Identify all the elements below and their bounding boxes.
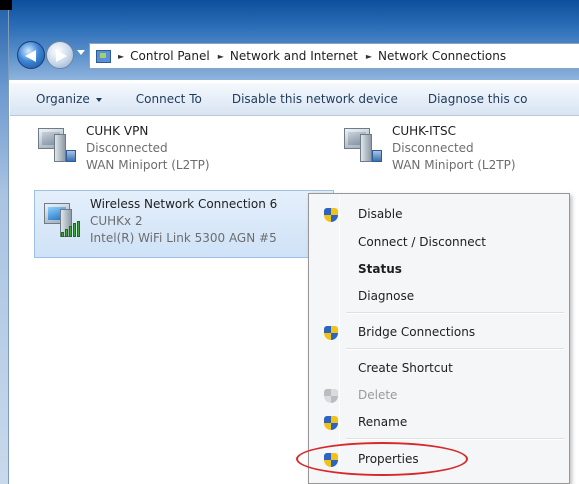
wan-connection-icon (340, 124, 384, 168)
menu-item-label: Create Shortcut (358, 361, 453, 375)
organize-label: Organize (36, 92, 90, 106)
chevron-down-icon (95, 97, 102, 102)
back-button[interactable] (17, 41, 45, 69)
breadcrumb-control-panel[interactable]: Control Panel (130, 49, 210, 63)
connection-item-cuhk-vpn[interactable]: CUHK VPN Disconnected WAN Miniport (L2TP… (34, 124, 274, 176)
menu-item-label: Delete (358, 388, 398, 402)
connection-status: CUHKx 2 (90, 214, 143, 228)
connection-name: CUHK-ITSC (392, 124, 456, 138)
organize-menu-button[interactable]: Organize (10, 92, 114, 106)
control-panel-icon (94, 47, 112, 65)
uac-shield-icon (324, 326, 338, 341)
back-arrow-icon (25, 50, 36, 62)
breadcrumb-separator-icon[interactable]: ► (218, 52, 224, 61)
menu-item-diagnose[interactable]: Diagnose (311, 285, 567, 309)
forward-arrow-icon (56, 50, 67, 62)
uac-shield-icon (324, 208, 338, 223)
menu-item-connect-disconnect[interactable]: Connect / Disconnect (311, 231, 567, 255)
menu-item-create-shortcut[interactable]: Create Shortcut (311, 357, 567, 381)
breadcrumb-separator-icon[interactable]: ► (366, 52, 372, 61)
wan-connection-icon (34, 124, 78, 168)
wireless-connection-icon (40, 199, 84, 243)
menu-separator (346, 348, 564, 350)
uac-shield-icon (324, 416, 338, 431)
window-corner (0, 0, 12, 10)
address-bar[interactable]: ► Control Panel ► Network and Internet ►… (89, 43, 579, 69)
menu-item-label: Diagnose (358, 289, 415, 303)
connection-name: CUHK VPN (86, 124, 149, 138)
forward-button[interactable] (46, 41, 74, 69)
window-left-border (0, 0, 9, 484)
menu-item-status[interactable]: Status (311, 258, 567, 282)
connection-device: Intel(R) WiFi Link 5300 AGN #5 (90, 231, 277, 245)
diagnose-connection-button[interactable]: Diagnose this co (410, 92, 540, 106)
connection-device: WAN Miniport (L2TP) (392, 158, 516, 172)
context-menu: Disable Connect / Disconnect Status Diag… (308, 193, 570, 484)
breadcrumb-network-and-internet[interactable]: Network and Internet (230, 49, 358, 63)
connect-to-button[interactable]: Connect To (114, 92, 214, 106)
connection-status: Disconnected (392, 141, 474, 155)
connection-name: Wireless Network Connection 6 (90, 197, 278, 211)
menu-separator (346, 438, 564, 440)
menu-item-label: Connect / Disconnect (358, 235, 486, 249)
signal-strength-icon (61, 221, 81, 237)
command-bar: Organize Connect To Disable this network… (10, 82, 579, 116)
menu-item-bridge-connections[interactable]: Bridge Connections (311, 321, 567, 345)
breadcrumb-separator-icon[interactable]: ► (118, 52, 124, 61)
menu-separator (346, 312, 564, 314)
menu-item-disable[interactable]: Disable (311, 203, 567, 227)
uac-shield-icon (324, 389, 338, 404)
annotation-highlight-ring (296, 442, 468, 476)
menu-item-rename[interactable]: Rename (311, 411, 567, 435)
recent-pages-dropdown-icon[interactable] (77, 50, 85, 55)
menu-item-label: Bridge Connections (358, 325, 476, 339)
menu-item-label: Rename (358, 415, 408, 429)
connection-item-cuhk-itsc[interactable]: CUHK-ITSC Disconnected WAN Miniport (L2T… (340, 124, 570, 176)
connection-device: WAN Miniport (L2TP) (86, 158, 210, 172)
breadcrumb-network-connections[interactable]: Network Connections (378, 49, 506, 63)
menu-item-label: Status (358, 262, 402, 276)
menu-item-delete: Delete (311, 384, 567, 408)
disable-device-button[interactable]: Disable this network device (214, 92, 410, 106)
connection-status: Disconnected (86, 141, 168, 155)
connection-item-wireless-network-6[interactable]: Wireless Network Connection 6 CUHKx 2 In… (34, 190, 334, 258)
menu-item-label: Disable (358, 207, 403, 221)
